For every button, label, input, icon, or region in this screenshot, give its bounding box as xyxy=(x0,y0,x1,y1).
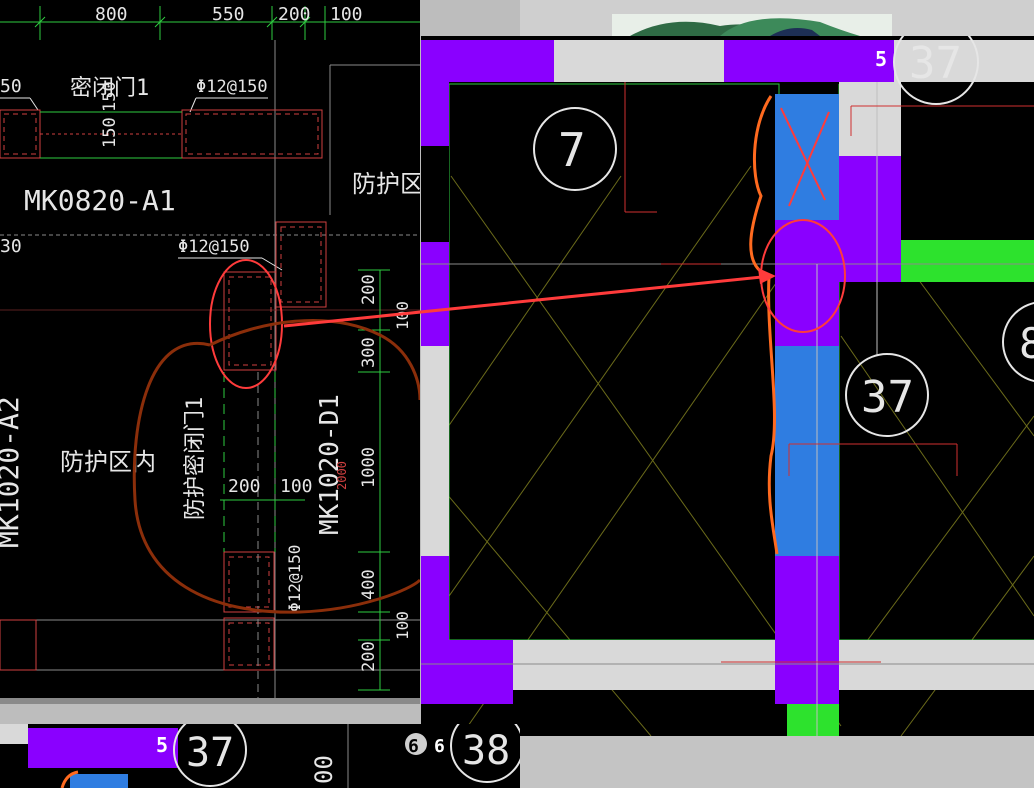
background-strip-bottom xyxy=(520,736,1034,788)
right-dim-3: 300 xyxy=(359,337,379,368)
dim-200: 200 xyxy=(228,476,261,497)
left-number: 30 xyxy=(0,236,22,257)
right-dim-6: 100 xyxy=(393,611,412,640)
axis-label-edge: 8 xyxy=(1019,319,1034,368)
leaf-image-fragment xyxy=(612,14,892,36)
dim-150-b: 150 xyxy=(100,81,120,112)
bottom-marker-a: 5 xyxy=(156,733,168,757)
right-dim-1: 200 xyxy=(359,274,379,305)
cad-canvas-right[interactable]: 7 37 37 8 5 xyxy=(421,36,1034,736)
top-dim-3: 200 xyxy=(278,4,311,25)
bottom-marker-c: 6 xyxy=(434,736,445,757)
zone-outside-label: 防护区外 xyxy=(352,170,420,198)
right-dim-7: 200 xyxy=(359,641,379,672)
right-dim-4: 1000 xyxy=(359,447,379,488)
rebar-bottom: Φ12@150 xyxy=(285,545,304,612)
door-width-red: 2000 xyxy=(335,461,349,490)
right-dim-2: 100 xyxy=(393,301,412,330)
dim-100: 100 xyxy=(280,476,313,497)
door-code-top: MK0820-A1 xyxy=(24,184,176,217)
door-label-vertical: 防护密闭门1 xyxy=(183,397,208,520)
rebar-mid: Φ12@150 xyxy=(178,237,250,257)
top-left-number: 50 xyxy=(0,76,22,97)
cad-canvas-bottom: 37 5 00 6 6 38 xyxy=(0,724,520,788)
bottom-vertical-dim: 00 xyxy=(310,755,338,784)
right-dim-5: 400 xyxy=(359,569,379,600)
horizontal-scrollbar[interactable] xyxy=(0,698,420,704)
axis-label-room: 7 xyxy=(558,123,586,177)
bottom-circle-a: 37 xyxy=(186,730,234,776)
bottom-marker-b: 6 xyxy=(408,736,419,757)
rebar-top: Φ12@150 xyxy=(196,77,268,97)
axis-label-top: 37 xyxy=(909,38,962,89)
zone-inside-label: 防护区内 xyxy=(60,448,156,476)
cad-canvas-left[interactable]: 800 550 200 100 50 密闭门1 Φ12@150 150 150 … xyxy=(0,0,420,704)
door-code-left: MK1020-A2 xyxy=(0,396,25,548)
axis-marker-top: 5 xyxy=(875,47,887,71)
bottom-drawing-fragment: 37 5 00 6 6 38 xyxy=(0,724,520,788)
top-dim-4: 100 xyxy=(330,4,363,25)
top-dim-2: 550 xyxy=(212,4,245,25)
bottom-circle-b: 38 xyxy=(462,728,510,774)
top-dim-1: 800 xyxy=(95,4,128,25)
annotation-orange-bracket xyxy=(749,95,779,555)
model-view[interactable]: 7 37 37 8 5 xyxy=(421,36,1034,736)
background-strip-top xyxy=(520,0,1034,36)
axis-label-mid: 37 xyxy=(861,372,914,423)
cad-drawing-detail[interactable]: 800 550 200 100 50 密闭门1 Φ12@150 150 150 … xyxy=(0,0,420,704)
dim-150-a: 150 xyxy=(100,117,120,148)
